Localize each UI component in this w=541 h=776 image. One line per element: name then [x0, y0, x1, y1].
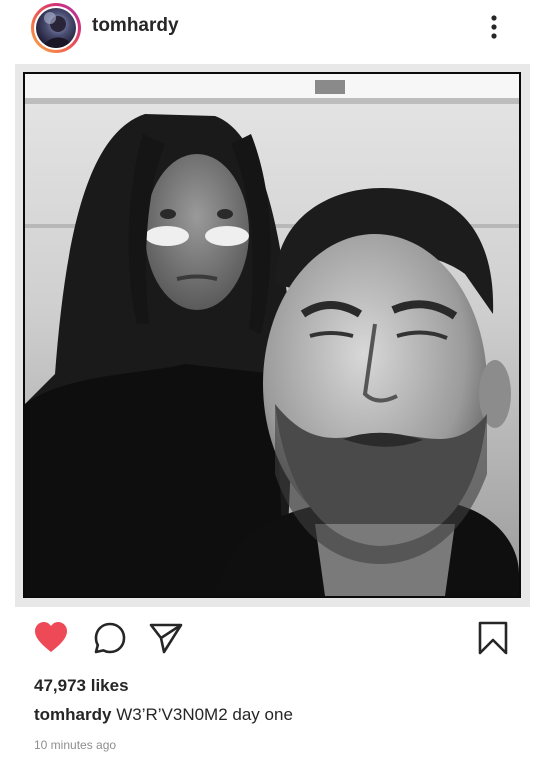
post-photo[interactable] — [23, 72, 521, 598]
post-header: tomhardy — [0, 0, 541, 56]
send-icon[interactable] — [148, 620, 184, 661]
avatar[interactable] — [34, 6, 78, 50]
action-bar — [0, 620, 541, 664]
heart-icon[interactable] — [33, 620, 69, 661]
caption: tomhardy W3’R’V3N0M2 day one — [34, 705, 293, 725]
username[interactable]: tomhardy — [92, 15, 179, 37]
caption-username[interactable]: tomhardy — [34, 705, 111, 724]
story-ring[interactable] — [31, 3, 81, 53]
bookmark-icon[interactable] — [477, 620, 509, 661]
comment-icon[interactable] — [92, 620, 128, 661]
caption-text: W3’R’V3N0M2 day one — [116, 705, 293, 724]
avatar-image — [36, 8, 76, 48]
like-count[interactable]: 47,973 likes — [34, 676, 129, 696]
post-media-frame — [15, 64, 530, 607]
more-vertical-icon[interactable] — [483, 12, 505, 42]
post-timestamp: 10 minutes ago — [34, 738, 117, 752]
